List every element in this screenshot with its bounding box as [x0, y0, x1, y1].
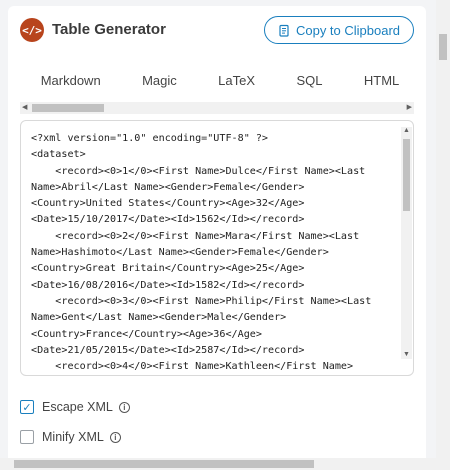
scroll-right-arrow-icon[interactable]: ▶: [407, 103, 412, 113]
tabs-scroll-thumb[interactable]: [32, 104, 104, 112]
page-hscroll-thumb[interactable]: [14, 460, 314, 468]
generator-panel: </> Table Generator Copy to Clipboard Ma…: [8, 6, 426, 466]
minify-xml-checkbox[interactable]: [20, 430, 34, 444]
page-horizontal-scrollbar[interactable]: [0, 458, 450, 470]
page-scroll-thumb[interactable]: [439, 34, 447, 60]
tabs-horizontal-scrollbar[interactable]: ◀ ▶: [20, 102, 414, 114]
minify-xml-label: Minify XML: [42, 430, 104, 444]
code-logo-icon: </>: [20, 18, 44, 42]
xml-output-box[interactable]: <?xml version="1.0" encoding="UTF-8" ?> …: [20, 120, 414, 376]
tab-html[interactable]: HTML: [358, 69, 405, 92]
escape-xml-option[interactable]: ✓ Escape XML i: [20, 398, 130, 416]
page-vertical-scrollbar[interactable]: [436, 0, 450, 458]
info-icon[interactable]: i: [118, 401, 130, 413]
output-scroll-thumb[interactable]: [403, 139, 410, 211]
copy-to-clipboard-button[interactable]: Copy to Clipboard: [264, 16, 414, 44]
output-vertical-scrollbar[interactable]: ▲ ▼: [401, 127, 412, 359]
xml-output-text[interactable]: <?xml version="1.0" encoding="UTF-8" ?> …: [31, 131, 401, 375]
scroll-left-arrow-icon[interactable]: ◀: [22, 103, 27, 113]
tab-latex[interactable]: LaTeX: [212, 69, 261, 92]
escape-xml-checkbox[interactable]: ✓: [20, 400, 34, 414]
info-icon[interactable]: i: [109, 431, 121, 443]
scroll-up-arrow-icon[interactable]: ▲: [403, 126, 410, 136]
format-tabs: Markdown Magic LaTeX SQL HTML: [20, 66, 420, 94]
header: </> Table Generator Copy to Clipboard: [20, 16, 414, 56]
escape-xml-label: Escape XML: [42, 400, 113, 414]
scroll-down-arrow-icon[interactable]: ▼: [403, 350, 410, 360]
app-title: Table Generator: [52, 21, 166, 38]
clipboard-icon: [279, 24, 289, 37]
tab-sql[interactable]: SQL: [290, 69, 328, 92]
tab-markdown[interactable]: Markdown: [35, 69, 107, 92]
minify-xml-option[interactable]: Minify XML i: [20, 428, 121, 446]
copy-button-label: Copy to Clipboard: [295, 22, 401, 38]
tab-magic[interactable]: Magic: [136, 69, 183, 92]
